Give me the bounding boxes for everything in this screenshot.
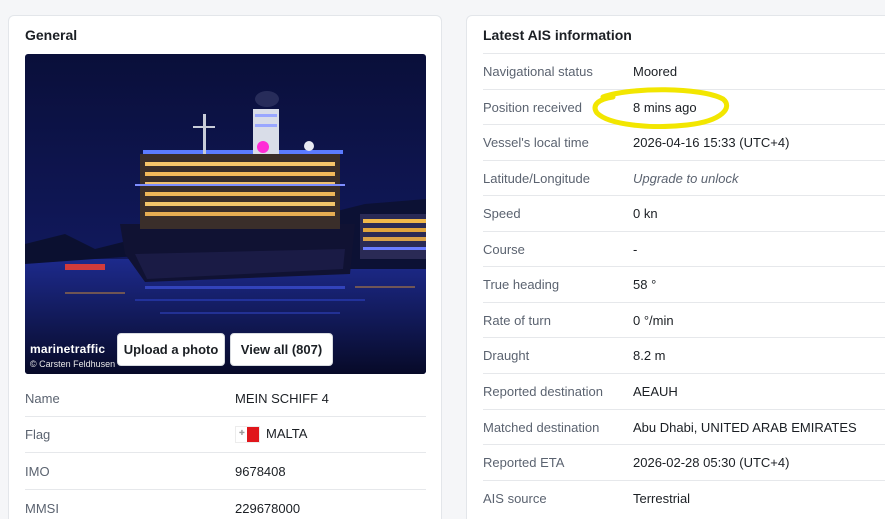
ais-row-ais-source: AIS source Terrestrial (483, 480, 885, 516)
row-label: Matched destination (483, 420, 600, 435)
row-label: True heading (483, 277, 560, 292)
row-label: Latitude/Longitude (483, 171, 590, 186)
ais-title: Latest AIS information (483, 27, 632, 43)
row-label: Navigational status (483, 64, 593, 79)
ais-row-draught: Draught 8.2 m (483, 337, 885, 373)
row-value: AEAUH (633, 384, 678, 399)
row-label: Course (483, 242, 525, 257)
general-title: General (25, 27, 78, 43)
row-label: Position received (483, 100, 582, 115)
row-label: MMSI (25, 500, 59, 516)
imo-value: 9678408 (235, 464, 286, 479)
vessel-name: MEIN SCHIFF 4 (235, 391, 329, 406)
row-label: IMO (25, 464, 50, 479)
photo-credit: © Carsten Feldhusen (30, 359, 116, 369)
general-row-name: Name MEIN SCHIFF 4 (25, 381, 426, 417)
row-label: Rate of turn (483, 313, 551, 328)
ais-row-course: Course - (483, 231, 885, 267)
vessel-photo[interactable]: marinetraffic © Carsten Feldhusen Upload… (25, 54, 426, 374)
general-row-imo: IMO 9678408 (25, 454, 426, 490)
row-value: 8.2 m (633, 348, 666, 363)
row-label: AIS source (483, 491, 547, 506)
ais-row-speed: Speed 0 kn (483, 195, 885, 231)
row-value[interactable]: Abu Dhabi, UNITED ARAB EMIRATES (633, 420, 857, 435)
general-row-flag: Flag ✚ MALTA (25, 417, 426, 453)
ais-row-reported-destination: Reported destination AEAUH (483, 373, 885, 409)
row-value: 58 ° (633, 277, 657, 292)
row-label: Draught (483, 348, 530, 363)
view-all-photos-button[interactable]: View all (807) (230, 333, 333, 366)
ais-card: Latest AIS information Navigational stat… (466, 15, 885, 519)
ais-row-nav-status: Navigational status Moored (483, 53, 885, 89)
ais-row-position-received: Position received 8 mins ago (483, 89, 885, 125)
row-value: 8 mins ago (633, 100, 697, 115)
general-row-mmsi: MMSI 229678000 (25, 490, 426, 519)
row-value: 0 kn (633, 206, 658, 221)
general-card: General marinetraffic © Carsten Feldhuse… (8, 15, 442, 519)
row-label: Reported ETA (483, 455, 565, 470)
upgrade-link[interactable]: Upgrade to unlock (633, 171, 739, 186)
row-value: 2026-04-16 15:33 (UTC+4) (633, 135, 790, 150)
row-label: Reported destination (483, 384, 603, 399)
malta-flag-icon: ✚ (235, 426, 260, 444)
ais-row-true-heading: True heading 58 ° (483, 266, 885, 302)
mmsi-value: 229678000 (235, 500, 301, 516)
row-value: 2026-02-28 05:30 (UTC+4) (633, 455, 790, 470)
ais-row-reported-eta: Reported ETA 2026-02-28 05:30 (UTC+4) (483, 444, 885, 480)
row-label: Speed (483, 206, 521, 221)
row-value: - (633, 242, 638, 257)
row-label: Vessel's local time (483, 135, 589, 150)
ais-row-rate-of-turn: Rate of turn 0 °/min (483, 302, 885, 338)
ais-row-local-time: Vessel's local time 2026-04-16 15:33 (UT… (483, 124, 885, 160)
row-value: Moored (633, 64, 678, 79)
vessel-photo-image (25, 54, 426, 374)
flag-value: ✚ MALTA (235, 425, 308, 444)
ais-row-matched-destination: Matched destination Abu Dhabi, UNITED AR… (483, 409, 885, 445)
row-value: 0 °/min (633, 313, 674, 328)
row-value: Terrestrial (633, 491, 691, 506)
ais-row-lat-lon: Latitude/Longitude Upgrade to unlock (483, 160, 885, 196)
row-label: Flag (25, 427, 51, 442)
flag-country: MALTA (266, 425, 308, 441)
upload-photo-button[interactable]: Upload a photo (117, 333, 225, 366)
row-label: Name (25, 391, 60, 406)
marinetraffic-logo: marinetraffic (30, 342, 106, 356)
